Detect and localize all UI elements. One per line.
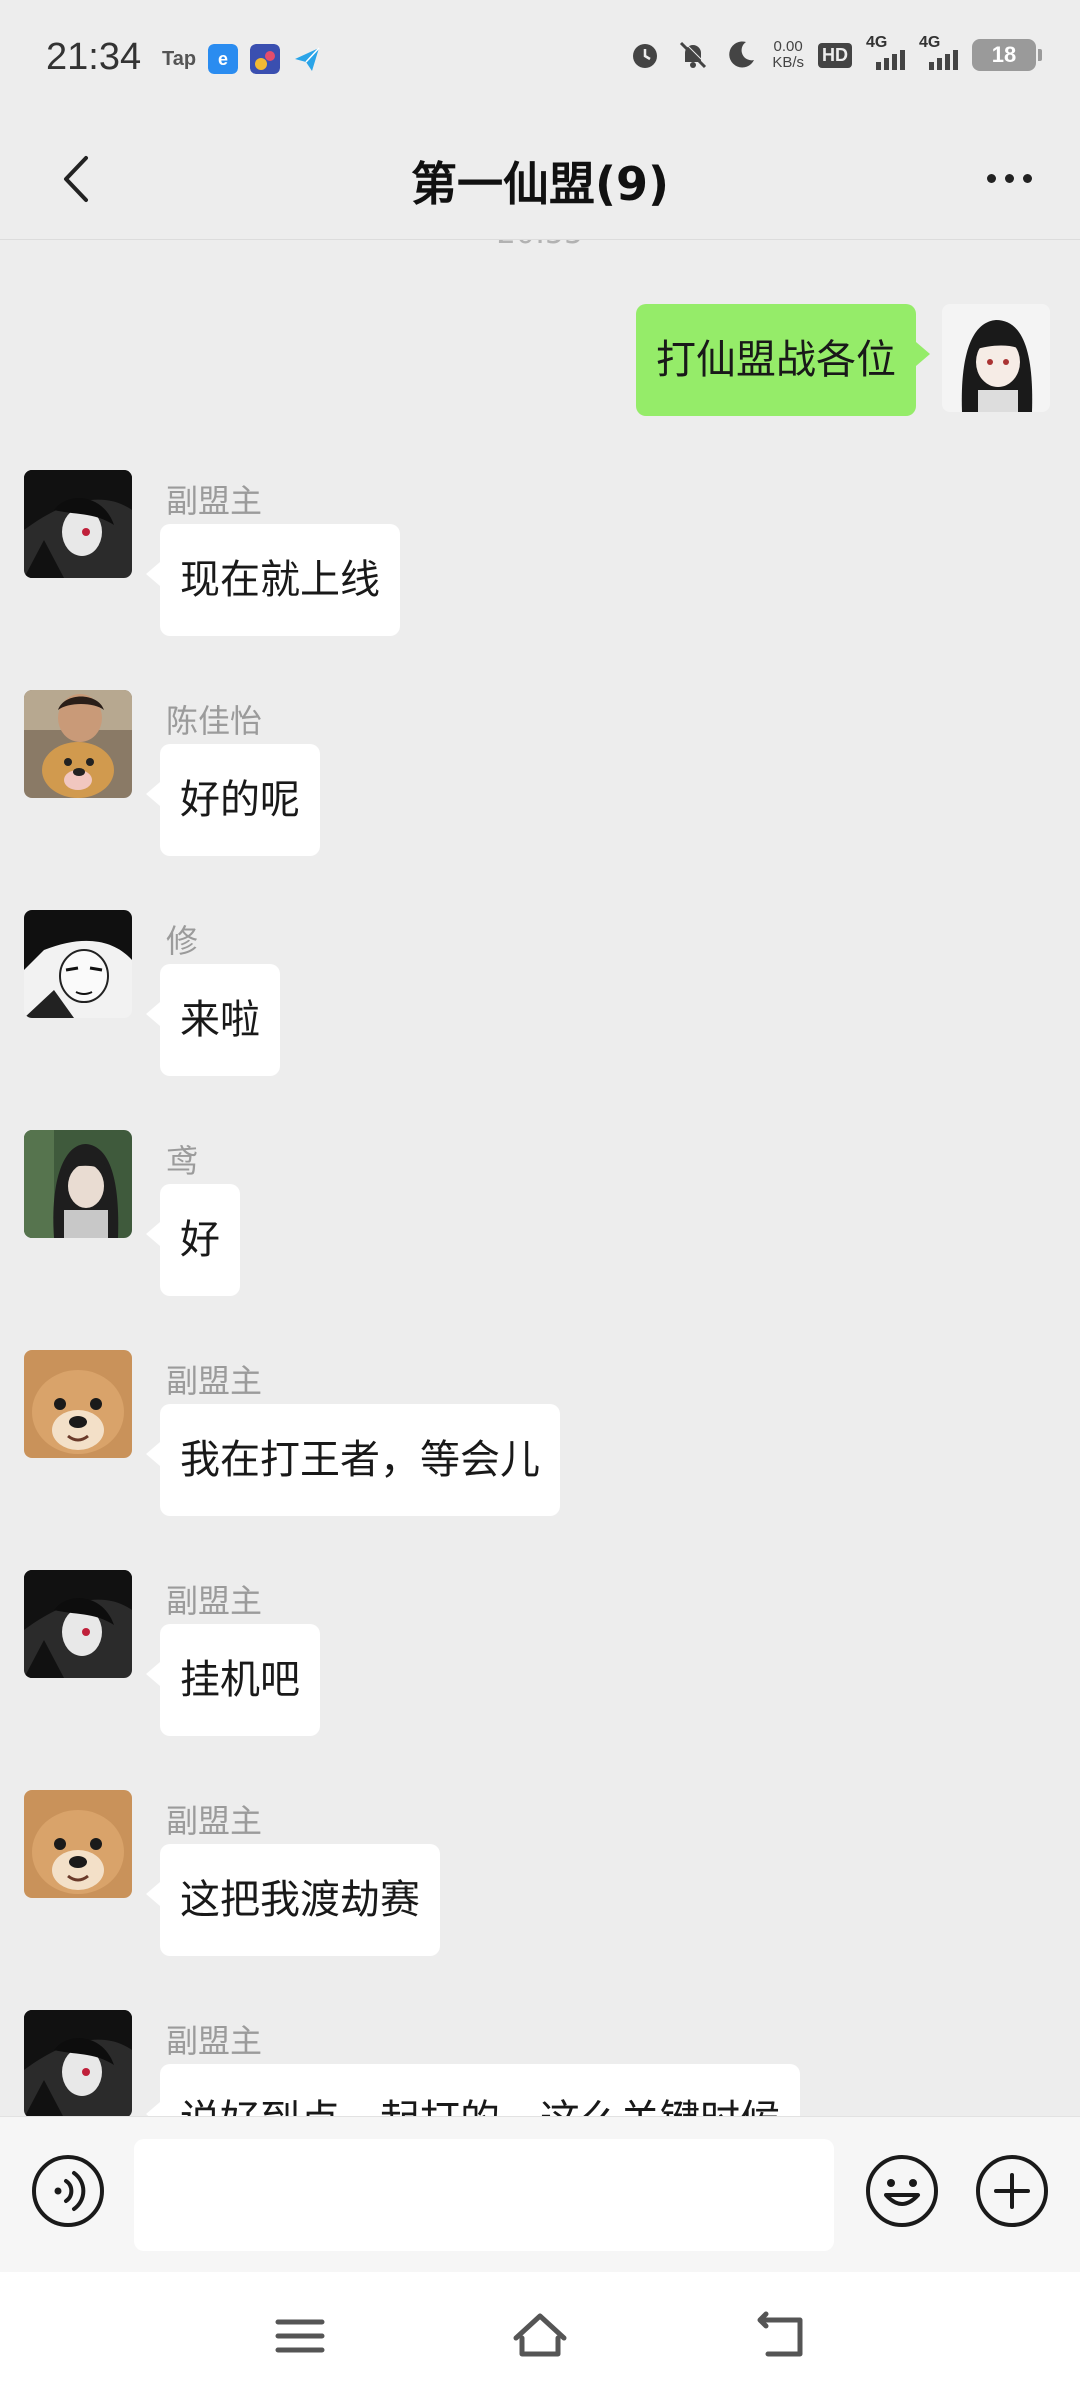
moon-icon [729, 41, 755, 68]
sender-name: 鸢 [166, 1142, 199, 1180]
message-bubble[interactable]: 现在就上线 [146, 524, 400, 636]
sender-name: 修 [166, 922, 199, 960]
sender-name: 副盟主 [166, 2022, 263, 2060]
message-bubble[interactable]: 好 [146, 1184, 240, 1296]
net-speed-unit: KB/s [772, 54, 804, 71]
status-time: 21:34 [46, 36, 142, 78]
more-dot-icon [1022, 173, 1032, 183]
my-avatar[interactable] [942, 304, 1050, 412]
girl-with-dog-avatar-icon [24, 690, 132, 798]
anime-girl-avatar-icon [942, 304, 1050, 412]
member-avatar[interactable] [24, 470, 132, 578]
member-avatar[interactable] [24, 1790, 132, 1898]
mute-bell-icon [680, 40, 708, 69]
status-indicators: 0.00 KB/s HD 4G 4G 18 [628, 34, 1042, 72]
back-nav-icon[interactable] [752, 2308, 812, 2364]
network-speed: 0.00 KB/s [772, 39, 804, 71]
sender-name: 副盟主 [166, 1582, 263, 1620]
message-bubble[interactable]: 来啦 [146, 964, 280, 1076]
dark-anime-avatar-icon [24, 1570, 132, 1678]
message-input[interactable] [134, 2139, 834, 2251]
message-bubble[interactable]: 说好到点一起打的，这么关键时候 [146, 2064, 800, 2116]
more-dot-icon [1004, 173, 1014, 183]
anime-lady-avatar-icon [24, 1130, 132, 1238]
signal-label: 4G [919, 34, 941, 51]
member-avatar[interactable] [24, 1350, 132, 1458]
menu-icon[interactable] [270, 2308, 330, 2364]
send-app-icon [295, 47, 320, 71]
system-navigation-bar [0, 2272, 1080, 2400]
net-speed-value: 0.00 [773, 38, 803, 55]
status-bar: 21:34 Tap e 0.00 KB/s HD 4G 4G 18 [0, 0, 1080, 118]
more-options-button[interactable] [974, 148, 1044, 208]
sender-name: 副盟主 [166, 482, 263, 520]
message-bubble[interactable]: 我在打王者，等会儿 [146, 1404, 560, 1516]
more-dot-icon [986, 173, 996, 183]
dark-anime-avatar-icon [24, 2010, 132, 2116]
dark-anime-avatar-icon [24, 470, 132, 578]
battery-indicator: 18 [972, 39, 1042, 71]
chat-title: 第一仙盟(9) [410, 157, 670, 211]
home-icon[interactable] [510, 2308, 570, 2364]
member-avatar[interactable] [24, 2010, 132, 2116]
shiba-dog-avatar-icon [24, 1350, 132, 1458]
member-avatar[interactable] [24, 1570, 132, 1678]
message-input-bar [0, 2116, 1080, 2272]
sender-name: 副盟主 [166, 1802, 263, 1840]
emoji-icon[interactable] [864, 2153, 940, 2229]
hd-voice-badge: HD [818, 42, 852, 68]
member-avatar[interactable] [24, 910, 132, 1018]
message-timestamp: 20:55 [0, 240, 1080, 251]
sender-name: 陈佳怡 [166, 702, 263, 740]
signal-strength-icon: 4G [866, 34, 905, 70]
alarm-icon [633, 44, 658, 68]
game-app-icon [250, 44, 281, 74]
message-bubble[interactable]: 这把我渡劫赛 [146, 1844, 440, 1956]
browser-app-icon: e [208, 44, 239, 74]
signal-strength-icon: 4G [919, 34, 958, 70]
message-bubble-mine[interactable]: 打仙盟战各位 [636, 304, 930, 416]
message-bubble[interactable]: 好的呢 [146, 744, 320, 856]
svg-text:e: e [218, 49, 228, 69]
signal-label: 4G [866, 34, 888, 51]
member-avatar[interactable] [24, 1130, 132, 1238]
plus-icon[interactable] [974, 2153, 1050, 2229]
chat-header: 第一仙盟(9) [0, 118, 1080, 240]
voice-input-icon[interactable] [30, 2153, 106, 2229]
member-avatar[interactable] [24, 690, 132, 798]
shiba-dog-avatar-icon [24, 1790, 132, 1898]
manga-boy-avatar-icon [24, 910, 132, 1018]
taptap-app-icon: Tap [162, 47, 197, 70]
chat-message-list[interactable]: 20:55 打仙盟战各位 副盟主 现在就上线 陈佳怡 好的呢 修 来啦 鸢 好 … [0, 240, 1080, 2116]
sender-name: 副盟主 [166, 1362, 263, 1400]
notification-icons: Tap e [162, 44, 322, 74]
message-bubble[interactable]: 挂机吧 [146, 1624, 320, 1736]
